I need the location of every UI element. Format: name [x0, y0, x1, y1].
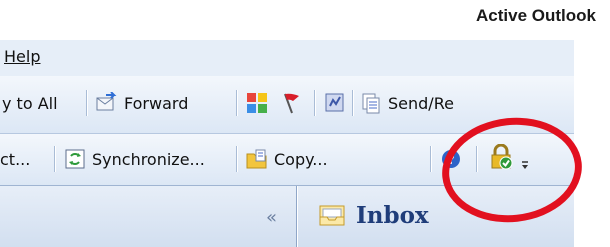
toolbar-separator [352, 90, 354, 116]
synchronize-button[interactable]: Synchronize... [64, 144, 205, 174]
menu-bar: Help [0, 40, 574, 76]
forward-label: Forward [124, 93, 189, 113]
reply-all-button[interactable]: y to All [2, 88, 58, 118]
categorize-button[interactable] [246, 88, 268, 118]
categories-icon [246, 92, 268, 114]
inbox-folder-icon [318, 203, 346, 227]
send-receive-options-button[interactable] [324, 88, 346, 118]
pane-divider [296, 186, 298, 247]
caption-label: Active Outlook [476, 6, 596, 25]
toolbar-separator [430, 146, 432, 172]
toolbar-separator [86, 90, 88, 116]
send-receive-icon [324, 92, 346, 114]
forward-button[interactable]: Forward [96, 88, 188, 118]
reply-all-label: y to All [2, 93, 58, 113]
previous-action-label: ct... [0, 149, 31, 169]
toolbar-separator [314, 90, 316, 116]
previous-action-button[interactable]: ct... [0, 144, 30, 174]
flag-icon [280, 92, 302, 114]
synchronize-label: Synchronize... [92, 149, 205, 169]
synchronize-icon [64, 148, 86, 170]
send-receive-button[interactable]: Send/Re [360, 88, 454, 118]
copy-icon [246, 148, 268, 170]
forward-icon [96, 91, 118, 114]
collapse-icon: « [266, 206, 278, 228]
copy-button[interactable]: Copy... [246, 144, 328, 174]
inbox-folder-header[interactable] [318, 200, 346, 230]
collapse-nav-pane-button[interactable]: « [266, 202, 277, 232]
toolbar-separator [54, 146, 56, 172]
follow-up-button[interactable] [280, 88, 302, 118]
copy-label: Copy... [274, 149, 328, 169]
toolbar-separator [236, 146, 238, 172]
menu-help[interactable]: Help [4, 47, 40, 66]
send-receive-icon [360, 92, 382, 114]
toolbar-separator [236, 90, 238, 116]
send-receive-label: Send/Re [388, 93, 454, 113]
inbox-title: Inbox [356, 202, 429, 229]
